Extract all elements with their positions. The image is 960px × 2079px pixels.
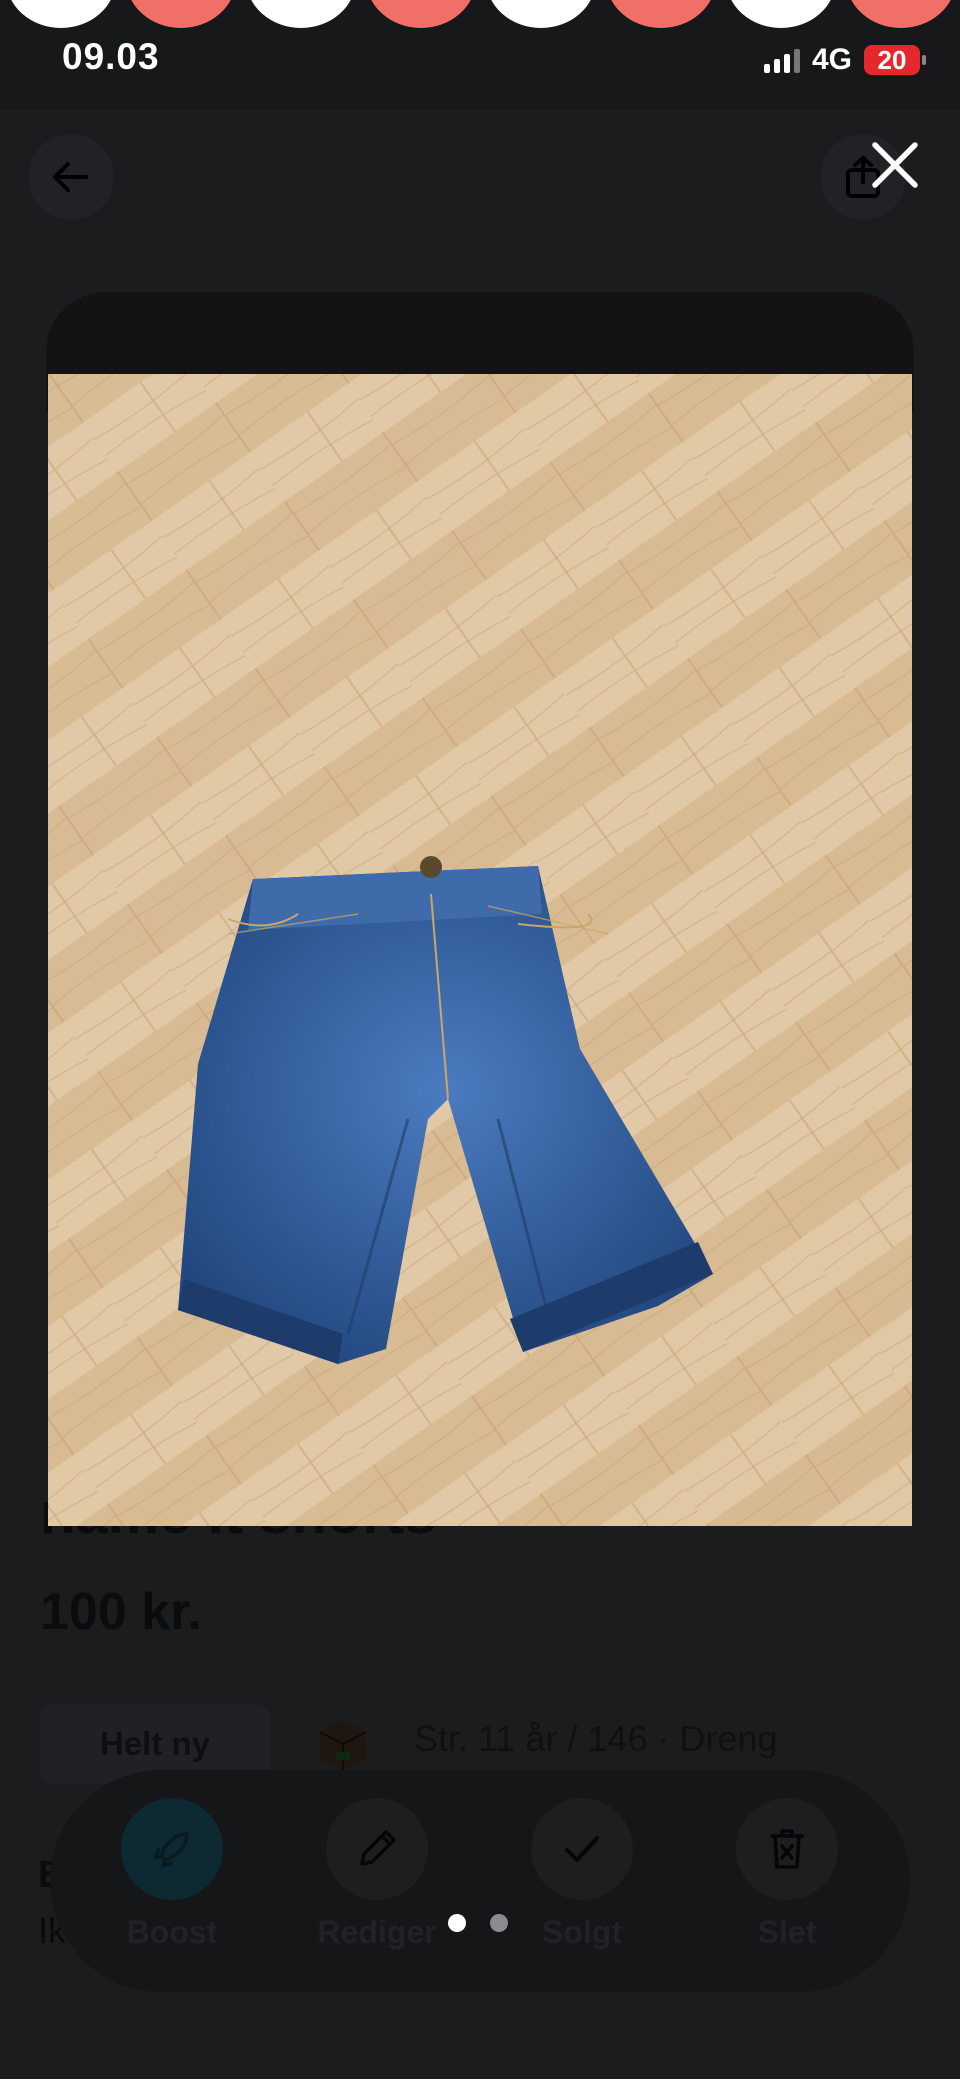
pencil-icon	[360, 1830, 396, 1866]
delete-circle	[736, 1798, 838, 1900]
check-icon	[565, 1836, 599, 1862]
story-avatar[interactable]	[486, 0, 596, 28]
story-avatar[interactable]	[6, 0, 116, 28]
page-dot[interactable]	[490, 1914, 508, 1932]
listing-price: 100 kr.	[40, 1583, 202, 1641]
arrow-left-icon	[53, 162, 88, 192]
delete-label: Slet	[757, 1914, 817, 1950]
status-time: 09.03	[62, 36, 160, 77]
boost-button[interactable]: Boost	[97, 1798, 247, 1951]
close-icon	[872, 142, 918, 188]
story-avatar[interactable]	[246, 0, 356, 28]
story-avatar[interactable]	[606, 0, 716, 28]
product-image	[48, 374, 912, 1526]
listing-action-bar: Boost Rediger Solgt Slet	[50, 1770, 910, 1992]
sold-button[interactable]: Solgt	[507, 1798, 657, 1951]
edit-label: Rediger	[317, 1914, 437, 1950]
story-avatar[interactable]	[726, 0, 836, 28]
story-avatar[interactable]	[366, 0, 476, 28]
signal-icon	[763, 47, 800, 73]
battery-icon: 20	[864, 45, 926, 75]
trash-icon	[770, 1829, 804, 1869]
boost-circle	[121, 1798, 223, 1900]
story-avatar[interactable]	[126, 0, 236, 28]
back-button[interactable]	[28, 134, 114, 220]
story-avatar[interactable]	[846, 0, 956, 28]
boost-label: Boost	[126, 1914, 218, 1950]
network-type: 4G	[811, 43, 852, 76]
delete-button[interactable]: Slet	[712, 1798, 862, 1951]
rocket-icon	[153, 1832, 189, 1868]
status-indicators: 4G 20	[763, 42, 926, 78]
sold-label: Solgt	[542, 1914, 622, 1950]
package-icon	[319, 1720, 367, 1770]
size-info: Str. 11 år / 146 · Dreng	[414, 1718, 778, 1759]
sold-circle	[531, 1798, 633, 1900]
edit-button[interactable]: Rediger	[302, 1798, 452, 1951]
product-photo[interactable]	[48, 374, 912, 1526]
story-strip	[0, 0, 960, 30]
page-dot-active[interactable]	[448, 1914, 466, 1932]
close-button[interactable]	[860, 130, 930, 200]
status-bar: 09.03 4G 20	[0, 0, 960, 110]
edit-circle	[326, 1798, 428, 1900]
gallery-pagination	[448, 1914, 508, 1932]
